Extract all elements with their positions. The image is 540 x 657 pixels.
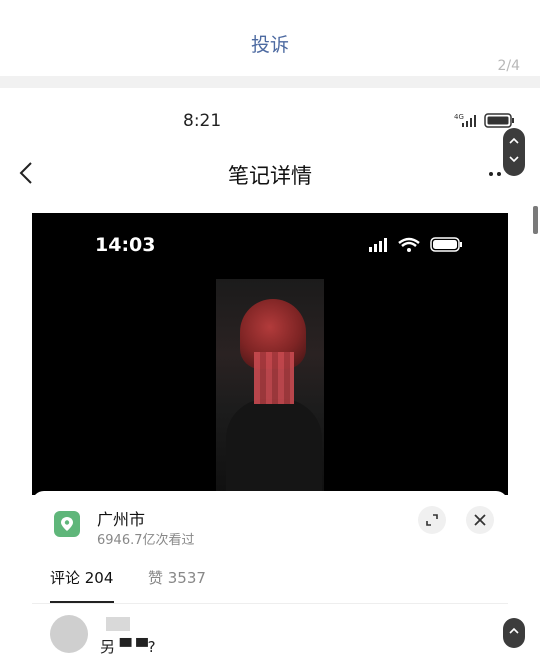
phone-screenshot: 8:21 4G 笔记详情 14:03 广州市 6946.7亿次看过 评论 204… xyxy=(0,88,540,656)
complain-bar: 投诉 2/4 xyxy=(0,0,540,76)
pixelated-face xyxy=(254,352,294,404)
scrollbar-thumb[interactable] xyxy=(533,206,538,234)
location-views: 6946.7亿次看过 xyxy=(97,533,195,548)
video-status-icons xyxy=(369,237,462,252)
person-body xyxy=(226,399,322,495)
scroll-up-button[interactable] xyxy=(503,618,525,648)
location-card: 广州市 6946.7亿次看过 评论 204 赞 3537 另 ▀ ▀? xyxy=(32,491,508,656)
location-city[interactable]: 广州市 xyxy=(97,506,145,530)
status-time: 8:21 xyxy=(183,111,222,131)
status-bar: 8:21 4G xyxy=(0,88,540,131)
close-icon xyxy=(474,514,486,526)
close-button[interactable] xyxy=(466,506,494,534)
section-divider xyxy=(0,76,540,88)
video-frame xyxy=(216,279,324,495)
expand-icon xyxy=(426,514,438,526)
page-indicator: 2/4 xyxy=(497,58,520,74)
avatar[interactable] xyxy=(50,615,88,653)
tab-likes[interactable]: 赞 3537 xyxy=(148,567,206,588)
comment-author[interactable]: 另 ▀ ▀? xyxy=(100,636,156,657)
pixelated-username xyxy=(106,617,130,631)
complain-button[interactable]: 投诉 xyxy=(0,30,540,57)
location-pin-icon xyxy=(54,511,80,537)
video-status-time: 14:03 xyxy=(95,234,156,256)
chevron-up-icon xyxy=(509,627,519,634)
video-player[interactable]: 14:03 xyxy=(32,213,508,495)
nav-bar: 笔记详情 xyxy=(0,148,540,196)
tabs-divider xyxy=(32,603,508,604)
more-icon[interactable] xyxy=(488,160,508,180)
page-title: 笔记详情 xyxy=(228,164,312,188)
tab-comments[interactable]: 评论 204 xyxy=(50,567,113,588)
expand-button[interactable] xyxy=(418,506,446,534)
svg-text:4G: 4G xyxy=(454,113,464,121)
